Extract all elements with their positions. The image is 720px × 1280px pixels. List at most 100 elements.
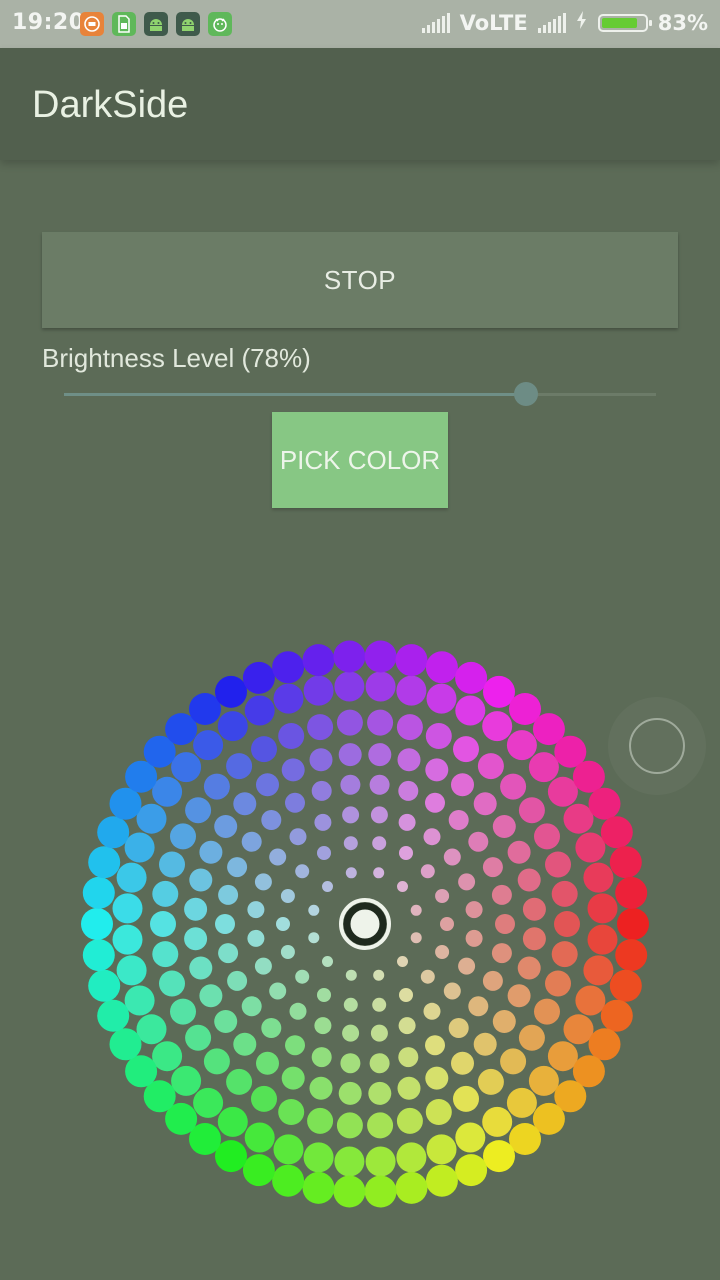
color-swatch[interactable] <box>285 792 305 813</box>
color-swatch[interactable] <box>199 984 223 1008</box>
color-swatch[interactable] <box>492 1010 516 1033</box>
color-swatch[interactable] <box>609 969 642 1002</box>
color-swatch[interactable] <box>420 969 435 984</box>
color-swatch[interactable] <box>340 774 361 795</box>
color-swatch[interactable] <box>547 1041 578 1072</box>
color-swatch[interactable] <box>491 943 512 964</box>
color-swatch[interactable] <box>189 868 213 892</box>
color-swatch[interactable] <box>159 970 185 997</box>
color-swatch[interactable] <box>278 723 305 749</box>
color-swatch[interactable] <box>600 999 633 1032</box>
color-swatch[interactable] <box>368 743 392 767</box>
color-swatch[interactable] <box>587 893 618 924</box>
color-swatch[interactable] <box>399 846 413 860</box>
color-swatch[interactable] <box>307 1107 334 1134</box>
color-swatch[interactable] <box>477 753 504 780</box>
color-swatch[interactable] <box>370 1024 388 1042</box>
color-swatch[interactable] <box>492 815 516 838</box>
color-swatch[interactable] <box>373 969 385 981</box>
color-swatch[interactable] <box>443 982 461 1000</box>
color-swatch[interactable] <box>455 1122 486 1153</box>
color-swatch[interactable] <box>227 857 248 878</box>
color-swatch[interactable] <box>473 792 497 816</box>
color-swatch[interactable] <box>109 787 142 820</box>
color-swatch[interactable] <box>563 1014 594 1045</box>
color-swatch[interactable] <box>308 904 320 916</box>
color-swatch[interactable] <box>588 787 621 820</box>
color-swatch[interactable] <box>600 816 633 849</box>
color-swatch[interactable] <box>159 851 185 878</box>
color-swatch[interactable] <box>215 914 235 934</box>
color-swatch[interactable] <box>278 1099 305 1125</box>
color-swatch[interactable] <box>425 1099 452 1125</box>
color-swatch[interactable] <box>425 723 452 749</box>
color-swatch[interactable] <box>365 1146 396 1177</box>
color-swatch[interactable] <box>185 1024 212 1051</box>
color-swatch[interactable] <box>302 1171 335 1204</box>
color-swatch[interactable] <box>314 813 332 831</box>
color-swatch[interactable] <box>226 753 253 780</box>
color-swatch[interactable] <box>448 1018 469 1038</box>
color-swatch[interactable] <box>518 797 545 824</box>
color-wheel[interactable] <box>0 0 720 1280</box>
color-swatch[interactable] <box>587 924 618 955</box>
color-swatch[interactable] <box>398 1047 419 1068</box>
color-swatch[interactable] <box>528 1065 559 1096</box>
color-swatch[interactable] <box>242 1154 275 1187</box>
color-swatch[interactable] <box>500 1048 527 1075</box>
color-swatch[interactable] <box>455 1154 488 1187</box>
color-swatch[interactable] <box>435 889 450 903</box>
color-swatch[interactable] <box>368 1081 392 1105</box>
color-swatch[interactable] <box>517 868 541 892</box>
color-swatch[interactable] <box>506 1087 537 1118</box>
color-swatch[interactable] <box>395 1171 428 1204</box>
color-swatch[interactable] <box>468 831 489 852</box>
color-swatch[interactable] <box>311 1047 332 1068</box>
color-swatch[interactable] <box>276 917 290 931</box>
color-swatch[interactable] <box>443 848 461 866</box>
color-swatch[interactable] <box>522 897 546 921</box>
color-swatch[interactable] <box>261 810 282 830</box>
color-swatch[interactable] <box>322 956 333 967</box>
assistive-touch-button[interactable] <box>608 697 706 795</box>
color-swatch[interactable] <box>426 1134 457 1165</box>
color-swatch[interactable] <box>338 743 362 767</box>
color-swatch[interactable] <box>170 823 196 850</box>
color-swatch[interactable] <box>336 709 363 736</box>
color-swatch[interactable] <box>314 1017 332 1035</box>
color-swatch[interactable] <box>185 797 212 824</box>
color-swatch[interactable] <box>551 941 578 968</box>
color-swatch[interactable] <box>322 881 333 892</box>
color-swatch[interactable] <box>88 846 121 879</box>
color-swatch[interactable] <box>334 671 365 702</box>
color-swatch[interactable] <box>309 1076 333 1100</box>
color-swatch[interactable] <box>289 1002 307 1020</box>
color-swatch[interactable] <box>609 846 642 879</box>
color-swatch[interactable] <box>81 908 113 940</box>
color-swatch[interactable] <box>448 810 469 830</box>
color-swatch[interactable] <box>522 927 546 951</box>
color-swatch[interactable] <box>458 957 476 975</box>
color-swatch[interactable] <box>261 1018 282 1038</box>
color-swatch[interactable] <box>309 748 333 772</box>
color-swatch[interactable] <box>588 1028 621 1061</box>
color-swatch[interactable] <box>364 1175 397 1208</box>
color-swatch[interactable] <box>203 1048 230 1075</box>
color-swatch[interactable] <box>453 1085 479 1112</box>
color-swatch[interactable] <box>500 773 527 800</box>
color-swatch[interactable] <box>458 873 476 891</box>
color-swatch[interactable] <box>226 1068 253 1095</box>
color-swatch[interactable] <box>340 1053 361 1074</box>
color-swatch[interactable] <box>617 908 649 940</box>
color-swatch[interactable] <box>273 683 304 714</box>
color-swatch[interactable] <box>273 1134 304 1165</box>
selected-color-swatch[interactable] <box>343 902 387 946</box>
color-swatch[interactable] <box>82 876 115 909</box>
color-swatch[interactable] <box>311 780 332 801</box>
color-swatch[interactable] <box>269 982 287 1000</box>
color-swatch[interactable] <box>184 927 208 951</box>
color-swatch[interactable] <box>420 864 435 879</box>
color-swatch[interactable] <box>528 752 559 783</box>
color-swatch[interactable] <box>455 695 486 726</box>
color-swatch[interactable] <box>482 1106 513 1137</box>
